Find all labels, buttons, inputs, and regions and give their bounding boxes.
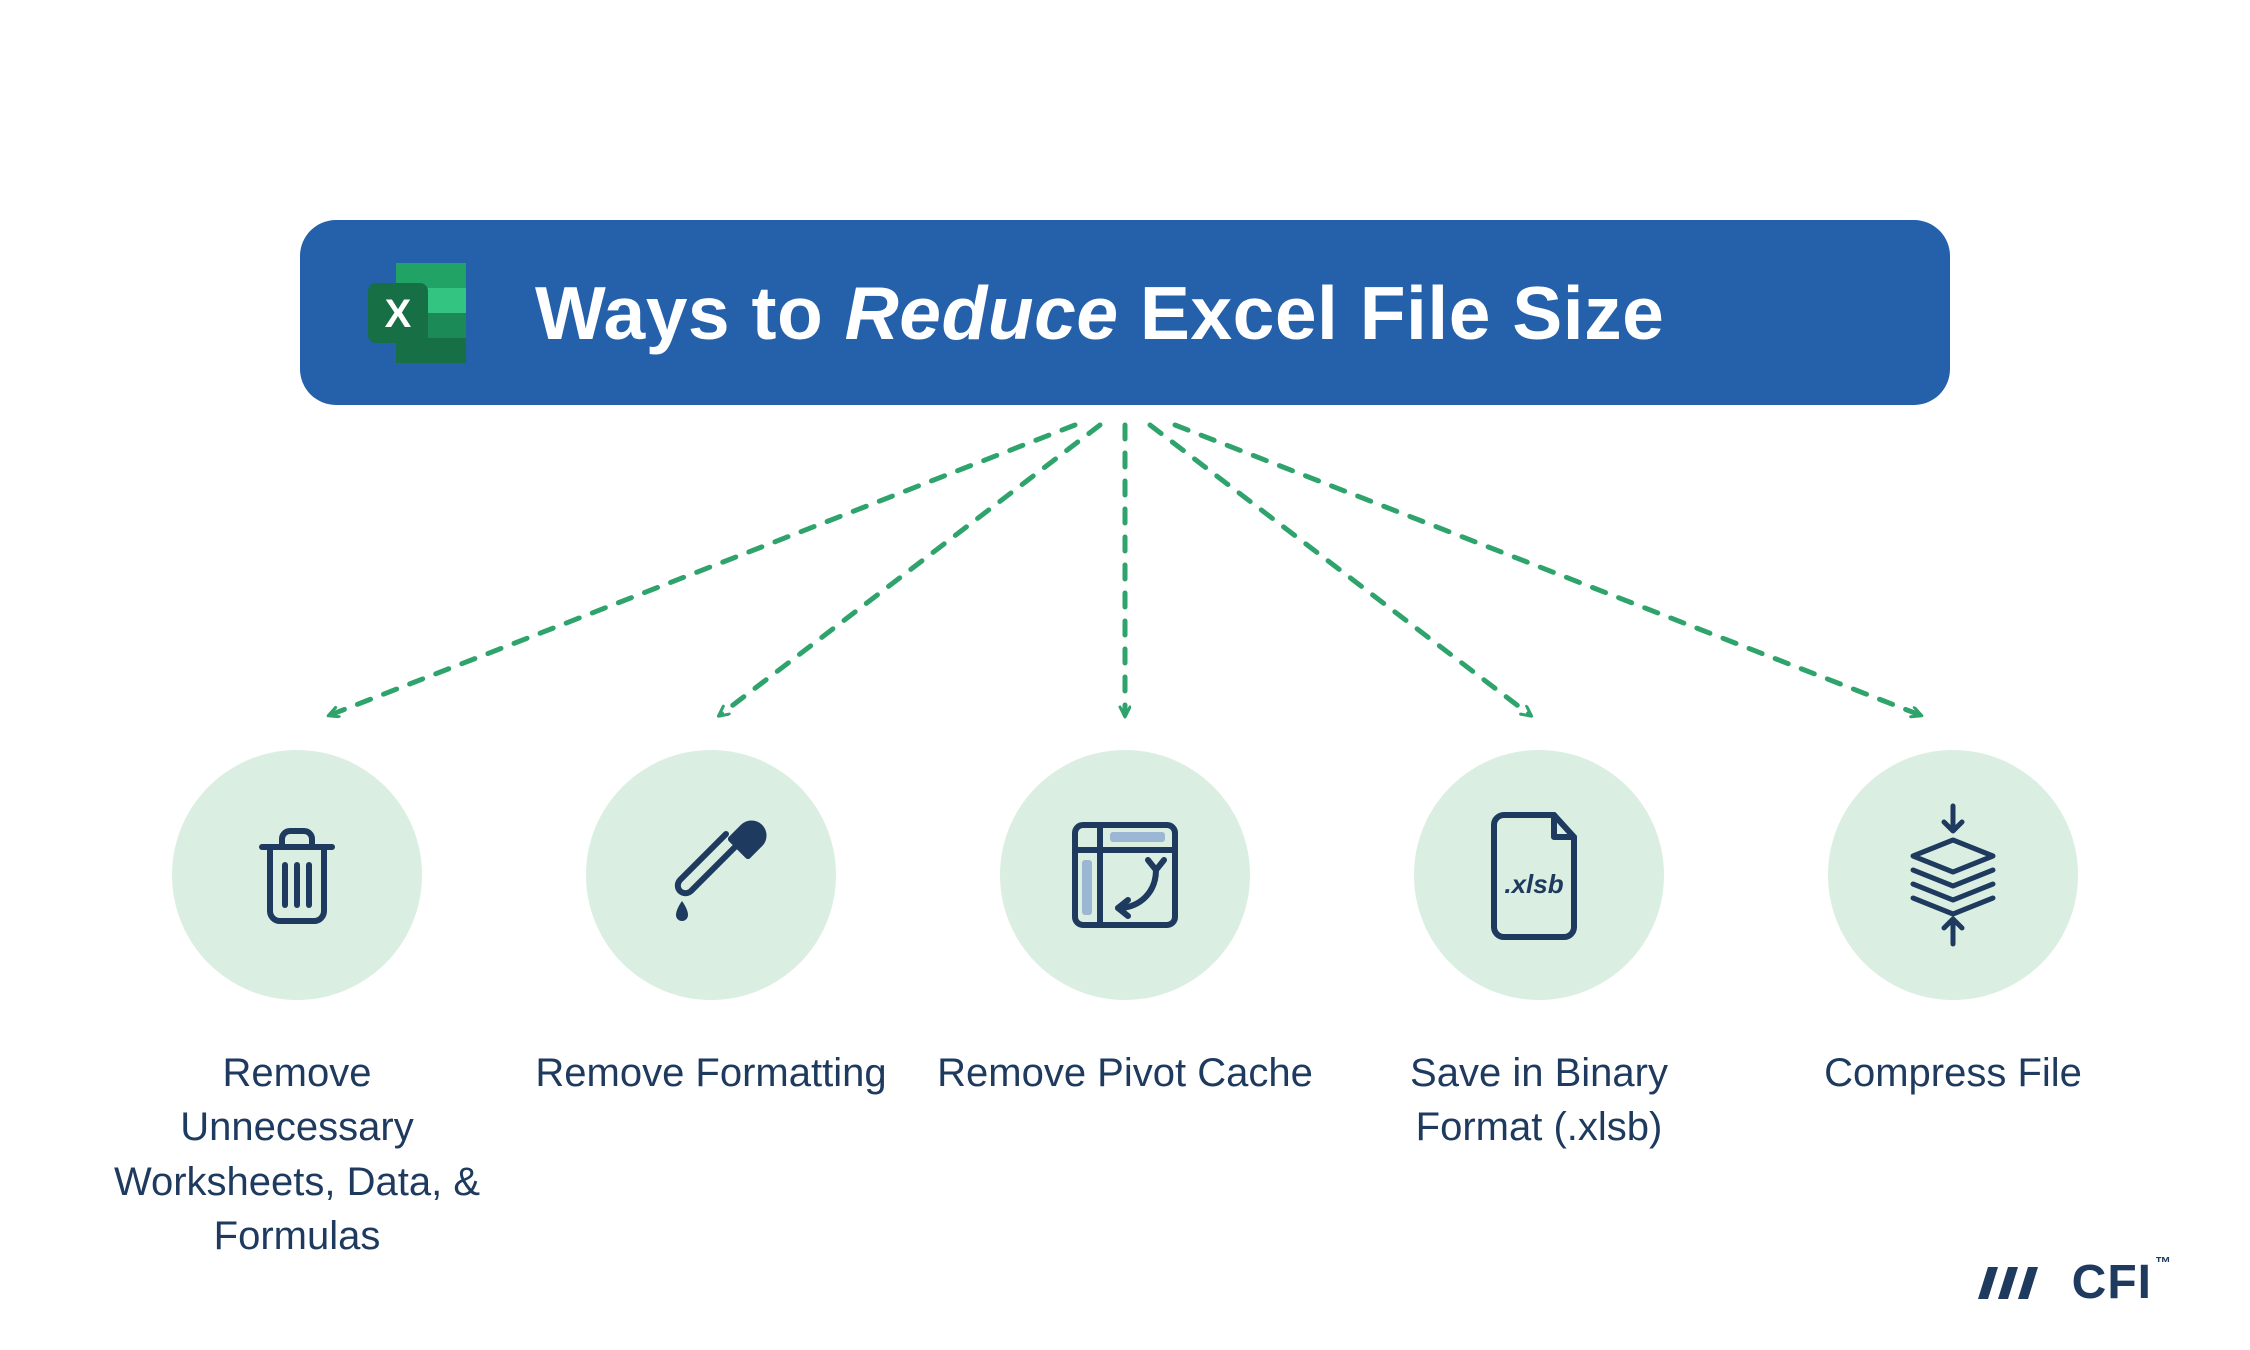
item-save-binary: .xlsb Save in Binary Format (.xlsb)	[1344, 750, 1734, 1264]
item-circle	[586, 750, 836, 1000]
xlsb-file-icon: .xlsb	[1479, 805, 1599, 945]
trash-icon	[237, 815, 357, 935]
cfi-logo-mark	[1974, 1259, 2054, 1307]
pivot-icon	[1060, 810, 1190, 940]
compress-icon	[1888, 800, 2018, 950]
item-remove-pivot-cache: Remove Pivot Cache	[930, 750, 1320, 1264]
item-compress-file: Compress File	[1758, 750, 2148, 1264]
dropper-icon	[651, 815, 771, 935]
item-circle	[1828, 750, 2078, 1000]
item-circle: .xlsb	[1414, 750, 1664, 1000]
item-remove-worksheets: Remove Unnecessary Worksheets, Data, & F…	[102, 750, 492, 1264]
item-label: Compress File	[1824, 1046, 2082, 1100]
diagram-canvas: X Ways to Reduce Excel File Size	[0, 0, 2250, 1350]
items-row: Remove Unnecessary Worksheets, Data, & F…	[102, 750, 2148, 1264]
cfi-logo: CFI™	[1974, 1255, 2172, 1310]
item-label: Remove Unnecessary Worksheets, Data, & F…	[102, 1046, 492, 1264]
item-label: Remove Formatting	[535, 1046, 886, 1100]
item-label: Save in Binary Format (.xlsb)	[1344, 1046, 1734, 1155]
file-ext-text: .xlsb	[1504, 869, 1563, 899]
item-circle	[172, 750, 422, 1000]
item-label: Remove Pivot Cache	[937, 1046, 1313, 1100]
item-remove-formatting: Remove Formatting	[516, 750, 906, 1264]
cfi-logo-text: CFI™	[2072, 1255, 2172, 1310]
item-circle	[1000, 750, 1250, 1000]
